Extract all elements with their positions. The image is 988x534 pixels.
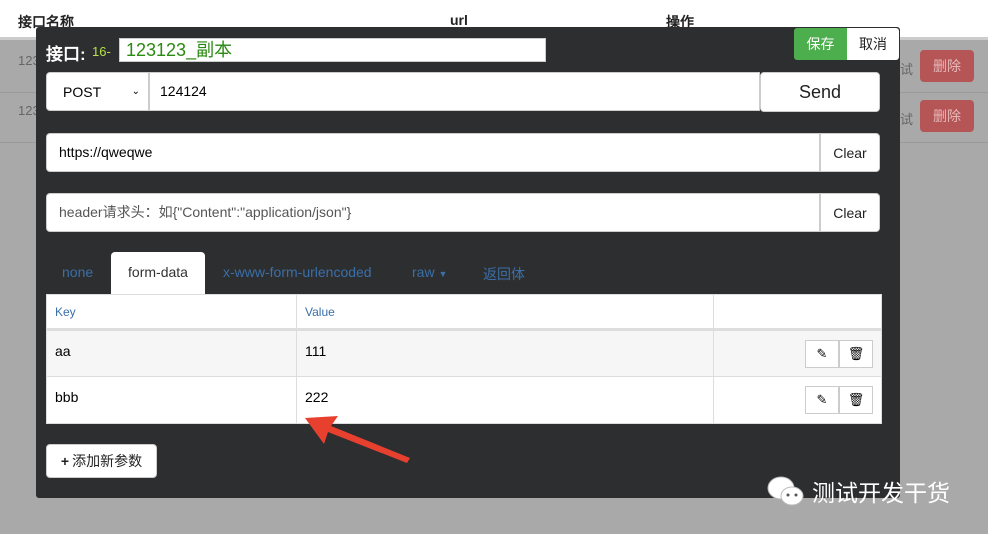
arrow-annotation [305,416,410,463]
header-value: Value [296,294,714,330]
params-table: Key Value aa 111 ✎ 🗑 bbb 222 ✎ 🗑 [46,294,882,424]
trash-icon[interactable]: 🗑 [839,339,873,368]
delete-button[interactable]: 删除 [920,100,974,132]
header-input[interactable]: header请求头：如{"Content":"application/json"… [46,193,820,232]
caret-down-icon: ▼ [438,269,448,279]
add-param-button[interactable]: + 添加新参数 [46,444,157,478]
clear-url-button[interactable]: Clear [820,133,880,172]
url-input[interactable]: https://qweqwe [46,133,820,172]
cancel-button[interactable]: 取消 [847,28,899,60]
tab-raw[interactable]: raw ▼ [412,264,447,280]
test-button[interactable]: 试 [900,109,913,128]
header-key: Key [46,294,297,330]
interface-name-input[interactable]: 123123_副本 [119,38,546,62]
plus-icon: + [60,453,70,469]
pencil-icon[interactable]: ✎ [805,339,839,368]
send-button[interactable]: Send [760,72,880,112]
test-button[interactable]: 试 [900,59,913,78]
cell-value: 111 [296,329,714,377]
add-param-label: 添加新参数 [72,453,143,469]
interface-id: 16- [92,44,111,59]
method-value: POST [63,83,102,100]
cell-key: aa [46,329,297,377]
header-actions [713,294,882,330]
clear-header-button[interactable]: Clear [820,193,880,232]
pencil-icon[interactable]: ✎ [805,386,839,414]
table-row: bbb 222 ✎ 🗑 [46,376,882,424]
watermark-text: 测试开发干货 [812,480,950,506]
save-button[interactable]: 保存 [794,28,847,60]
trash-icon[interactable]: 🗑 [839,386,873,414]
wechat-icon [767,476,804,506]
tab-none[interactable]: none [62,264,93,280]
cell-key: bbb [46,376,297,424]
tab-x-www-form-urlencoded[interactable]: x-www-form-urlencoded [223,264,372,280]
watermark: 测试开发干货 [766,474,950,508]
table-row: aa 111 ✎ 🗑 [46,329,882,377]
tab-form-data[interactable]: form-data [111,252,205,294]
chevron-down-icon: ⌄ [131,86,140,97]
tab-response-body[interactable]: 返回体 [483,264,525,284]
tab-raw-label: raw [412,264,435,280]
col-url: url [450,12,468,28]
method-select[interactable]: POST ⌄ [46,72,149,111]
modal-title-label: 接口: [46,45,86,64]
path-input[interactable]: 124124 [149,72,760,111]
delete-button[interactable]: 删除 [920,50,974,82]
